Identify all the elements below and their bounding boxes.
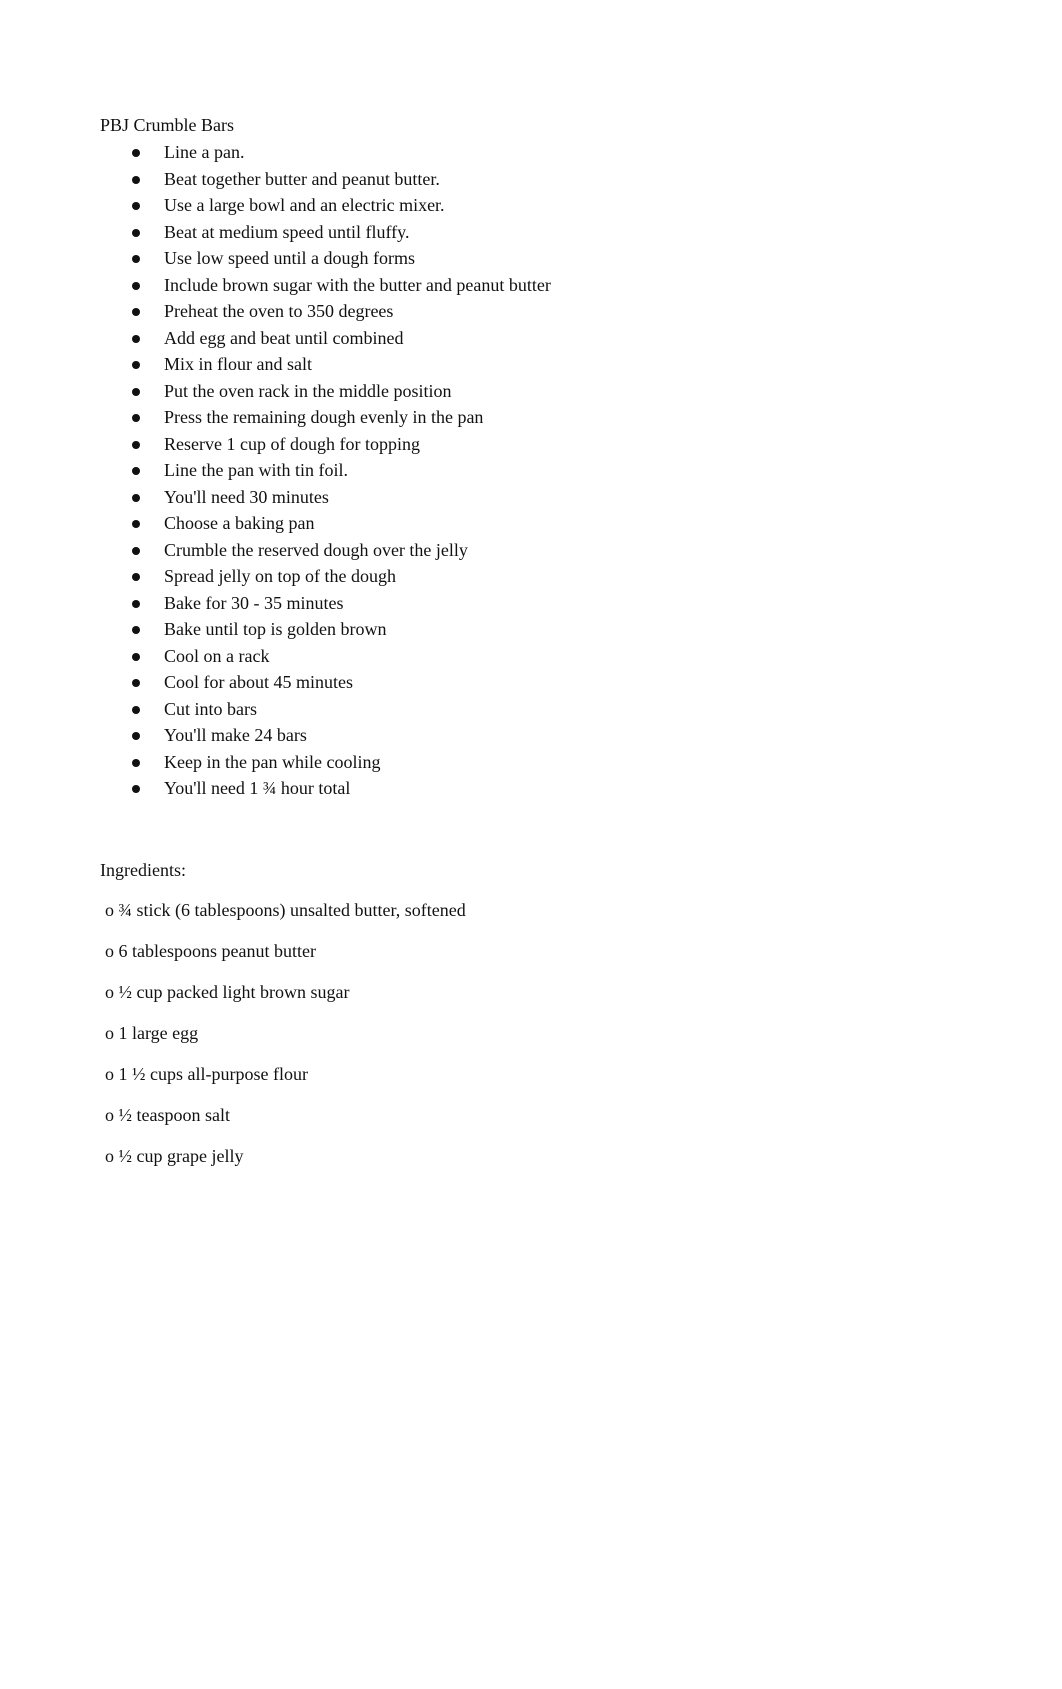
bullet-icon: [132, 626, 140, 634]
bullet-icon: [132, 281, 140, 290]
step-text: You'll need 1 ¾ hour total: [164, 778, 351, 798]
ingredient-item: o ½ cup packed light brown sugar: [105, 982, 350, 1002]
step-text: Spread jelly on top of the dough: [164, 566, 396, 586]
bullet-icon: [132, 758, 140, 767]
bullet-icon: [132, 440, 140, 449]
bullet-icon: [132, 546, 140, 555]
bullet-icon: [132, 308, 140, 316]
step-text: Keep in the pan while cooling: [164, 751, 381, 772]
step-text: Beat at medium speed until fluffy.: [164, 221, 410, 242]
ingredient-item: o 1 large egg: [105, 1023, 199, 1043]
bullet-icon: [132, 175, 140, 184]
step-text: Mix in flour and salt: [164, 354, 312, 374]
step-text: Include brown sugar with the butter and …: [164, 274, 551, 295]
ingredient-item: o ¾ stick (6 tablespoons) unsalted butte…: [105, 900, 466, 920]
bullet-icon: [132, 387, 140, 396]
step-text: Line a pan.: [164, 142, 245, 162]
bullet-icon: [132, 149, 140, 157]
bullet-icon: [132, 652, 140, 661]
step-text: You'll make 24 bars: [164, 725, 307, 745]
bullet-icon: [132, 202, 140, 210]
step-text: Line the pan with tin foil.: [164, 460, 348, 480]
step-text: Put the oven rack in the middle position: [164, 380, 452, 401]
step-text: Bake for 30 - 35 minutes: [164, 592, 344, 613]
bullet-icon: [132, 334, 140, 343]
step-text: Cut into bars: [164, 698, 257, 719]
step-text: Add egg and beat until combined: [164, 327, 404, 348]
bullet-icon: [132, 520, 140, 528]
ingredient-item: o 6 tablespoons peanut butter: [105, 941, 316, 961]
step-text: Crumble the reserved dough over the jell…: [164, 539, 468, 560]
step-text: Bake until top is golden brown: [164, 619, 387, 639]
bullet-icon: [132, 361, 140, 369]
step-text: Press the remaining dough evenly in the …: [164, 407, 484, 427]
bullet-icon: [132, 228, 140, 237]
bullet-icon: [132, 493, 140, 502]
step-text: Preheat the oven to 350 degrees: [164, 301, 394, 321]
step-text: Use low speed until a dough forms: [164, 248, 415, 268]
ingredient-item: o 1 ½ cups all-purpose flour: [105, 1064, 308, 1084]
bullet-icon: [132, 785, 140, 793]
step-text: Choose a baking pan: [164, 513, 315, 533]
ingredient-item: o ½ teaspoon salt: [105, 1105, 230, 1125]
step-text: Beat together butter and peanut butter.: [164, 168, 440, 189]
step-text: Reserve 1 cup of dough for topping: [164, 433, 420, 454]
ingredients-heading: Ingredients:: [100, 860, 186, 880]
step-text: Use a large bowl and an electric mixer.: [164, 195, 445, 215]
ingredient-item: o ½ cup grape jelly: [105, 1146, 244, 1166]
bullet-icon: [132, 679, 140, 687]
ingredients-list: o ¾ stick (6 tablespoons) unsalted butte…: [105, 898, 466, 1185]
bullet-icon: [132, 705, 140, 714]
bullet-icon: [132, 732, 140, 740]
bullet-icon: [132, 599, 140, 608]
bullet-icon: [132, 467, 140, 475]
step-text: Cool on a rack: [164, 645, 270, 666]
step-text: Cool for about 45 minutes: [164, 672, 353, 692]
step-text: You'll need 30 minutes: [164, 486, 329, 507]
bullet-icon: [132, 255, 140, 263]
bullet-icon: [132, 414, 140, 422]
recipe-title: PBJ Crumble Bars: [100, 115, 235, 135]
bullet-icon: [132, 573, 140, 581]
